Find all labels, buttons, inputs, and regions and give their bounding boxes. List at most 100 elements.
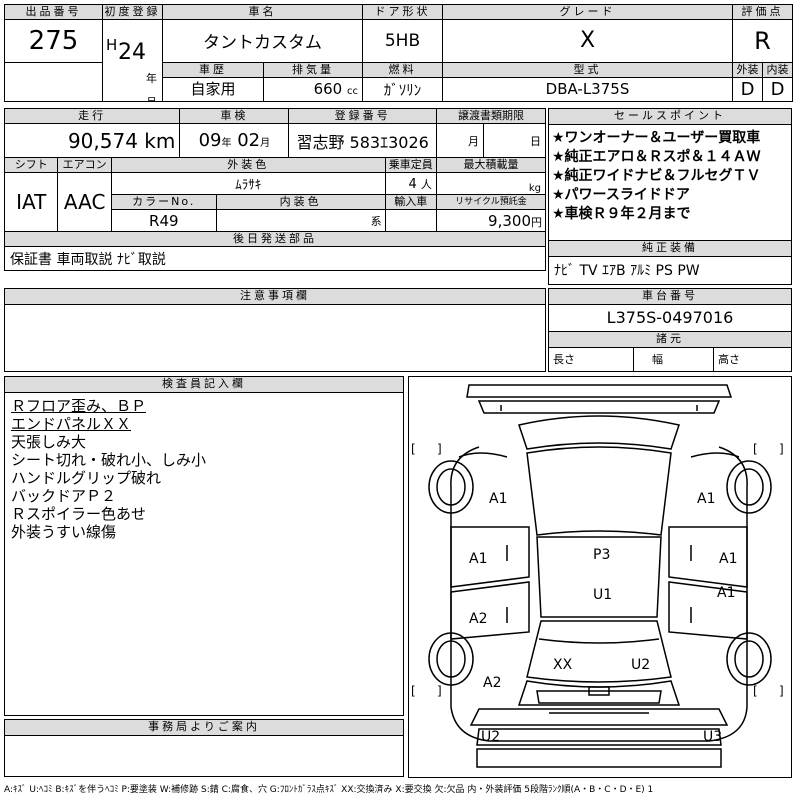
int-color-label: 内装色 (215, 194, 386, 210)
recycle-unit: 円 (531, 215, 542, 229)
notes-box: 注意事項欄 (4, 288, 546, 372)
interior-label: 内装 (762, 61, 793, 78)
inspector-note: バックドアＰ２ (11, 487, 117, 505)
reg-year: 24 (118, 40, 146, 65)
bracket-left-bottom-close: ] (437, 684, 442, 698)
transfer-label: 譲渡書類期限 (435, 108, 547, 124)
later-parts: 保証書 車両取説 ﾅﾋﾞ取説 (4, 246, 546, 271)
model-label: 型式 (442, 61, 733, 78)
lot-label: 出品番号 (4, 4, 103, 20)
inspection-month: 02 (237, 130, 261, 151)
spec-width: 幅 (634, 348, 714, 372)
bracket-right-bottom-close: ] (779, 684, 784, 698)
grade-label: グレード (442, 4, 733, 20)
office-box: 事務局よりご案内 (4, 719, 404, 777)
grade: X (442, 19, 733, 63)
ext-color: ﾑﾗｻｷ (110, 172, 386, 195)
inspector-note: ハンドルグリップ破れ (11, 469, 162, 487)
score-label: 評価点 (732, 4, 793, 20)
capacity-label: 乗車定員 (384, 157, 437, 173)
bracket-left-bottom: [ (411, 684, 416, 698)
inspection-year: 09 (198, 130, 222, 151)
selling-point: ★パワースライドドア (552, 187, 690, 203)
chassis-label: 車台番号 (549, 289, 791, 305)
max-load-label: 最大積載量 (435, 157, 547, 173)
mark-fl-fender: A1 (489, 491, 508, 507)
mark-rear-bumper-l: U2 (481, 729, 501, 745)
selling-point: ★純正エアロ＆Ｒスポ＆１４ＡＷ (552, 149, 761, 165)
shift-label: シフト (3, 157, 59, 173)
mileage-table: 走行 車検 登録番号 譲渡書類期限 90,574 km 09年 02月 習志野 … (3, 108, 547, 271)
mileage-label: 走行 (3, 108, 181, 124)
transfer-month: 月 (435, 123, 484, 158)
specs-label: 諸元 (549, 332, 791, 348)
recycle-fee: 9,300 (488, 211, 531, 230)
footer-legend: A:ｷｽﾞ U:ﾍｺﾐ B:ｷｽﾞを伴うﾍｺﾐ P:要塗装 W:補修跡 S:錆 … (4, 785, 654, 795)
selling-points-box: セールスポイント ★ワンオーナー＆ユーザー買取車 ★純正エアロ＆Ｒスポ＆１４ＡＷ ★… (548, 108, 792, 285)
selling-points-list: ★ワンオーナー＆ユーザー買取車 ★純正エアロ＆Ｒスポ＆１４ＡＷ ★純正ワイドナビ＆フ… (549, 125, 791, 224)
inspector-note: Ｒスポイラー色あせ (11, 505, 147, 523)
inspection-month-unit: 月 (260, 138, 271, 149)
mark-l-quarter: A2 (483, 675, 502, 691)
recycle-label: リサイクル預託金 (435, 194, 547, 210)
displacement-label: 排気量 (292, 62, 334, 76)
inspector-notes: Ｒフロア歪み、ＢＰ エンドパネルＸＸ 天張しみ大 シート切れ・破れ小、しみ小 ハンドルグ… (5, 393, 403, 541)
lot-number: 275 (4, 19, 103, 102)
int-color-unit: 系 (215, 209, 386, 232)
reg-no-label: 登録番号 (288, 108, 437, 124)
mark-l-rear-door: A2 (469, 611, 488, 627)
inspector-note: 外装うすい線傷 (11, 523, 117, 541)
mark-fr-fender: A1 (697, 491, 716, 507)
selling-point: ★車検Ｒ９年２月まで (552, 206, 691, 222)
exterior-grade: D (732, 76, 763, 103)
mark-roof: P3 (593, 547, 611, 563)
inspector-note: Ｒフロア歪み、ＢＰ (11, 397, 147, 415)
history-disp-values: 自家用 660 cc (162, 76, 363, 103)
selling-point: ★純正ワイドナビ＆フルセグＴＶ (552, 168, 761, 184)
mileage-unit: km (144, 128, 176, 153)
bracket-right-top: [ (753, 442, 758, 456)
color-no: R49 (110, 209, 217, 232)
car-outline-svg: [ ] [ ] [ ] [ ] (411, 384, 784, 768)
bracket-left-top: [ (411, 442, 416, 456)
capacity: 4 (408, 176, 417, 192)
mileage: 90,574 (67, 128, 138, 153)
bracket-right-top-close: ] (779, 442, 784, 456)
model-code: DBA-L375S (442, 76, 733, 103)
transfer-day: 日 (482, 123, 547, 158)
mark-r-rear-door: A1 (717, 585, 736, 601)
car-name-label: 車名 (162, 4, 363, 20)
spec-length: 長さ (549, 348, 634, 372)
car-diagram: [ ] [ ] [ ] [ ] A1 A1 A1 A1 A2 A1 A2 P3 … (408, 376, 792, 778)
interior-grade: D (762, 76, 793, 103)
first-reg-label: 初度登録 (102, 4, 163, 20)
load-unit: kg (435, 172, 547, 195)
era: H (106, 36, 118, 54)
selling-points-label: セールスポイント (549, 109, 791, 125)
mark-back-left: XX (553, 657, 573, 673)
genuine-label: 純正装備 (549, 241, 791, 257)
inspector-box: 検査員記入欄 Ｒフロア歪み、ＢＰ エンドパネルＸＸ 天張しみ大 シート切れ・破れ小、し… (4, 376, 404, 716)
inspector-note: エンドパネルＸＸ (11, 415, 132, 433)
genuine-section: 純正装備 ﾅﾋﾞ TV ｴｱB ｱﾙﾐ PS PW (549, 240, 791, 283)
history-label: 車歴 (164, 63, 264, 77)
aircon-label: エアコン (57, 157, 112, 173)
bracket-right-bottom: [ (753, 684, 758, 698)
displacement-unit: cc (347, 85, 358, 97)
office-label: 事務局よりご案内 (5, 720, 403, 736)
shift: IAT (3, 172, 59, 232)
import-value (384, 209, 437, 232)
mark-l-front-door: A1 (469, 551, 488, 567)
displacement: 660 (313, 79, 343, 98)
capacity-unit: 人 (420, 177, 432, 191)
mark-r-front-door: A1 (719, 551, 738, 567)
first-reg-cell: H 24 年 月 (102, 19, 163, 102)
inspection-label: 車検 (179, 108, 290, 124)
history-disp-labels: 車歴 排気量 (162, 61, 363, 78)
inspector-label: 検査員記入欄 (5, 377, 403, 393)
fuel-label: 燃料 (362, 61, 443, 78)
inspector-note: 天張しみ大 (11, 433, 87, 451)
exterior-label: 外装 (732, 61, 763, 78)
mark-rear-bumper-r: U3 (703, 729, 723, 745)
inspection-cell: 09年 02月 (179, 123, 290, 158)
